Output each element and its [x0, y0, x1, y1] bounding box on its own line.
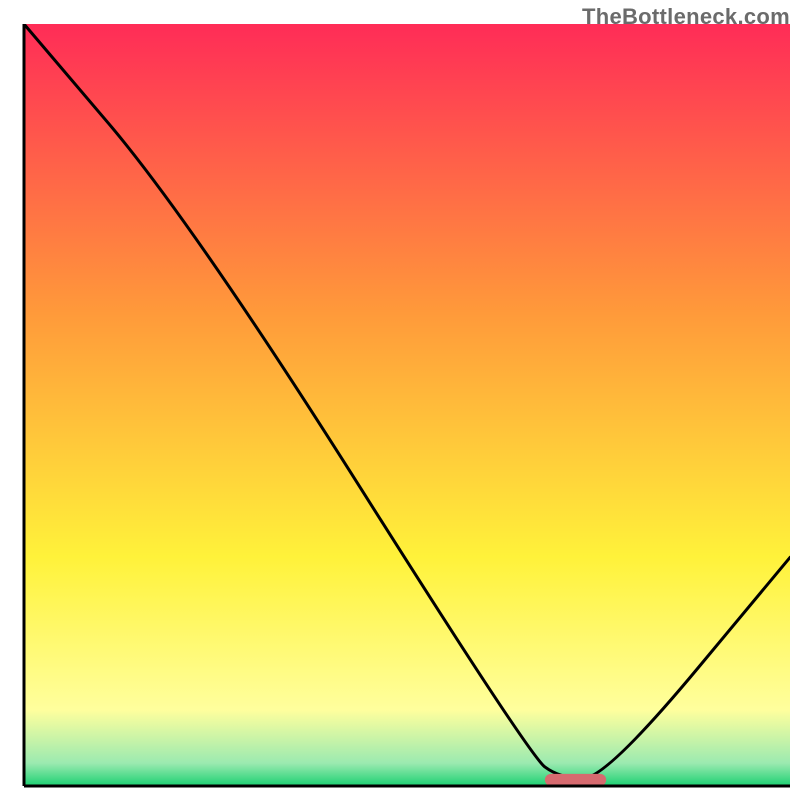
watermark-text: TheBottleneck.com [582, 4, 790, 30]
chart-svg [0, 0, 800, 800]
optimum-marker [545, 774, 606, 786]
gradient-background [24, 24, 790, 786]
bottleneck-chart: TheBottleneck.com [0, 0, 800, 800]
